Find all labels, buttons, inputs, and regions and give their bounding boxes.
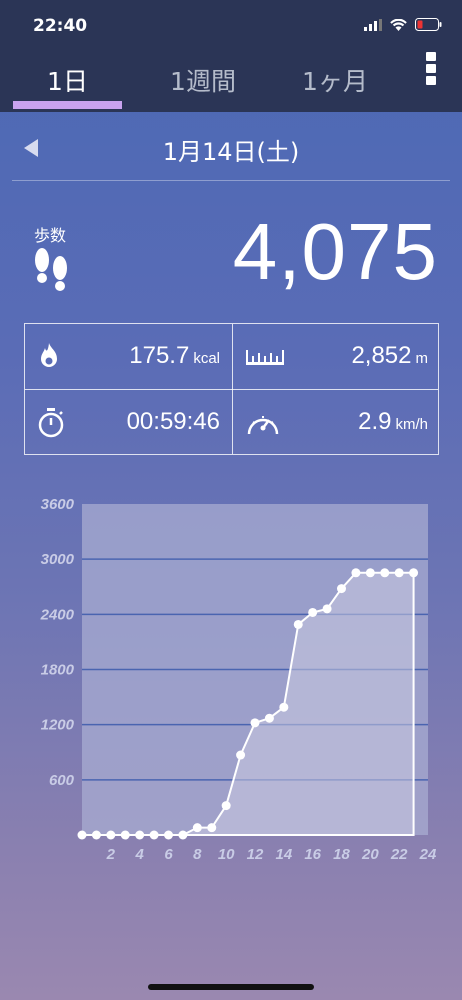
stopwatch-icon (37, 408, 65, 442)
date-label: 1月14日(土) (162, 138, 300, 166)
data-point (120, 830, 130, 840)
y-tick-label: 1200 (41, 717, 75, 734)
x-tick-label: 6 (164, 846, 173, 863)
data-point (380, 568, 390, 578)
stat-speed: 2.9 km/h (233, 390, 440, 455)
x-tick-label: 24 (419, 846, 437, 863)
stat-distance-value: 2,852 m (351, 342, 428, 369)
x-tick-label: 20 (361, 846, 379, 863)
status-time: 22:40 (33, 16, 88, 36)
tab-bar: 1日 1週間 1ヶ月 (0, 52, 462, 112)
y-tick-label: 3000 (41, 551, 75, 568)
ruler-icon (245, 342, 285, 374)
flame-icon (37, 342, 61, 374)
x-tick-label: 22 (390, 846, 408, 863)
tab-month[interactable]: 1ヶ月 (280, 62, 390, 98)
y-tick-label: 3600 (41, 496, 75, 513)
x-tick-label: 14 (275, 846, 292, 863)
data-point (293, 619, 303, 629)
stat-time: 00:59:46 (25, 390, 232, 455)
battery-icon (415, 18, 442, 31)
x-tick-label: 12 (247, 846, 264, 863)
tab-indicator (13, 101, 122, 109)
data-point (308, 607, 318, 617)
stats-grid: 175.7 kcal 2,852 m 00:59:46 2.9 km/h (24, 323, 439, 455)
data-point (178, 830, 188, 840)
x-tick-label: 2 (106, 846, 116, 863)
x-tick-label: 18 (333, 846, 350, 863)
data-point (337, 584, 346, 594)
data-point (322, 604, 332, 614)
stat-calories-value: 175.7 kcal (129, 342, 220, 369)
data-point (264, 713, 274, 723)
x-tick-label: 10 (218, 846, 235, 863)
status-icons (364, 18, 442, 31)
x-tick-label: 4 (134, 846, 144, 863)
steps-chart: 600 1200 1800 2400 3000 3600 2 4 6 8 10 12 14 16 18 20 2… (0, 490, 462, 870)
data-point (135, 830, 145, 840)
steps-chart-svg: 600120018002400300036002 4 6 8 10 12 14 16 18 20 2… (40, 496, 437, 863)
speedometer-icon (245, 408, 281, 442)
stat-calories: 175.7 kcal (25, 324, 232, 389)
cellular-signal-icon (364, 18, 382, 31)
data-point (279, 702, 289, 712)
data-point (351, 568, 361, 578)
data-point (236, 750, 246, 760)
date-row: 1月14日(土) (0, 112, 462, 180)
data-point (192, 823, 202, 833)
data-point (221, 801, 231, 811)
stat-time-value: 00:59:46 (126, 408, 220, 435)
home-indicator (148, 984, 314, 990)
x-tick-label: 16 (304, 846, 321, 863)
wifi-icon (390, 18, 407, 31)
x-tick-label: 8 (193, 846, 202, 863)
steps-label: 歩数 (34, 226, 67, 245)
data-point (106, 830, 116, 840)
data-point (77, 830, 87, 840)
data-point (207, 823, 217, 833)
data-point (365, 568, 375, 578)
divider (12, 180, 450, 181)
y-tick-label: 2400 (40, 606, 75, 623)
data-point (250, 718, 260, 728)
data-point (164, 830, 173, 840)
y-tick-label: 1800 (41, 662, 75, 679)
more-menu-button[interactable] (426, 52, 440, 92)
data-point (149, 830, 159, 840)
data-point (409, 568, 419, 578)
data-point (394, 568, 404, 578)
tab-week[interactable]: 1週間 (148, 62, 258, 98)
tab-day[interactable]: 1日 (13, 62, 122, 98)
data-point (91, 830, 101, 840)
footprints-icon (30, 244, 74, 298)
status-bar: 22:40 (0, 0, 462, 52)
stat-distance: 2,852 m (233, 324, 440, 389)
steps-value: 4,075 (232, 207, 438, 296)
y-tick-label: 600 (49, 772, 75, 789)
stat-speed-value: 2.9 km/h (358, 408, 428, 435)
